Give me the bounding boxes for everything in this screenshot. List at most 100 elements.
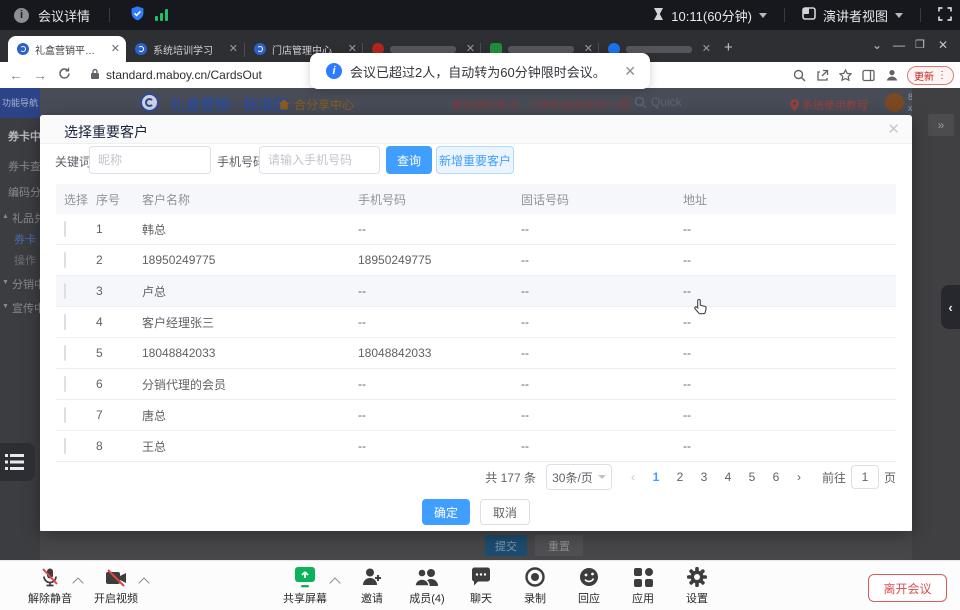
settings-button[interactable]: 设置 — [667, 565, 727, 606]
back-icon[interactable]: ← — [4, 67, 28, 83]
tab-search-icon[interactable]: ⌄ — [872, 38, 882, 52]
kebab-menu-icon[interactable]: ⋮ — [937, 70, 947, 81]
table-row: 3 卢总 -- -- -- — [56, 276, 896, 307]
browser-tab-1[interactable]: 礼盒营销平台管理中心 ✕ — [8, 36, 126, 62]
window-minimize-button[interactable]: — — [893, 38, 905, 52]
panel-collapse-button[interactable]: ‹ — [941, 285, 960, 329]
fullscreen-icon[interactable] — [938, 7, 952, 24]
goto-page-input[interactable] — [851, 465, 879, 489]
table-row: 5 18048842033 18048842033 -- -- — [56, 338, 896, 369]
phone-input[interactable] — [259, 146, 380, 174]
meeting-timer[interactable]: 10:11(60分钟) — [671, 6, 752, 25]
next-page-icon[interactable]: › — [790, 470, 808, 484]
table-row: 8 王总 -- -- -- — [56, 431, 896, 462]
timer-dropdown-icon[interactable] — [759, 13, 767, 18]
cancel-button[interactable]: 取消 — [480, 499, 530, 525]
page-background-strip: 提交 重置 — [40, 531, 912, 560]
share-screen-button[interactable]: 共享屏幕 — [265, 565, 345, 606]
members-button[interactable]: 成员(4) — [395, 565, 459, 606]
leave-meeting-button[interactable]: 离开会议 — [868, 574, 947, 602]
search-button[interactable]: 查询 — [386, 146, 432, 174]
row-checkbox[interactable] — [64, 407, 66, 423]
tab-favicon — [254, 43, 266, 55]
row-checkbox[interactable] — [64, 376, 66, 392]
sidebar-item-promotion[interactable]: 宣传中 — [12, 300, 40, 316]
view-mode-selector[interactable]: 演讲者视图 — [823, 6, 888, 25]
caret-down-icon[interactable]: ▼ — [2, 303, 9, 310]
sidebar-item-coupon-query[interactable]: 券卡查 — [8, 158, 40, 174]
share-page-icon[interactable] — [815, 68, 830, 83]
apps-button[interactable]: 应用 — [613, 565, 673, 606]
page-size-select[interactable]: 30条/页 — [546, 464, 612, 490]
window-close-button[interactable]: ✕ — [938, 38, 948, 52]
sidebar-item-code[interactable]: 编码分 — [8, 184, 40, 200]
shield-check-icon[interactable] — [129, 5, 146, 25]
row-checkbox[interactable] — [64, 345, 66, 361]
expand-panel-button[interactable]: » — [928, 114, 954, 136]
sidebar-item-operation[interactable]: 操作 — [14, 252, 36, 268]
network-signal-icon[interactable] — [155, 9, 168, 21]
reload-icon[interactable] — [52, 67, 76, 83]
row-checkbox[interactable] — [64, 314, 66, 330]
forward-icon[interactable]: → — [28, 67, 52, 83]
page-2[interactable]: 2 — [670, 470, 690, 484]
row-checkbox[interactable] — [64, 252, 66, 268]
sidebar-item-gift-redeem[interactable]: 礼品兑 — [12, 210, 40, 226]
sidebar-item-distribution[interactable]: 分销中 — [12, 276, 40, 292]
keyword-input[interactable] — [89, 146, 211, 174]
agenda-list-button[interactable] — [0, 443, 35, 481]
background-submit-button[interactable]: 提交 — [485, 535, 527, 556]
add-customer-button[interactable]: 新增重要客户 — [436, 146, 514, 174]
tab-label-obscured — [626, 46, 692, 53]
view-dropdown-icon[interactable] — [895, 13, 903, 18]
meeting-toast: i 会议已超过2人，自动转为60分钟限时会议。 ✕ — [310, 53, 650, 89]
record-button[interactable]: 录制 — [505, 565, 565, 606]
confirm-button[interactable]: 确定 — [422, 499, 470, 525]
sidebar-item-coupon-center[interactable]: 券卡中 — [8, 128, 40, 144]
video-options-chevron-icon[interactable] — [138, 577, 149, 588]
side-panel-icon[interactable] — [861, 68, 876, 83]
row-checkbox[interactable] — [64, 221, 66, 237]
bookmark-star-icon[interactable] — [838, 68, 853, 83]
url-text[interactable]: standard.maboy.cn/CardsOut — [106, 68, 262, 82]
browser-tab-2[interactable]: 系统培训学习 ✕ — [126, 36, 244, 62]
nav-toggle-button[interactable]: 功能导航 — [0, 88, 40, 118]
share-options-chevron-icon[interactable] — [329, 577, 340, 588]
page-4[interactable]: 4 — [718, 470, 738, 484]
avatar[interactable] — [885, 93, 904, 112]
caret-down-icon[interactable]: ▼ — [2, 279, 9, 286]
page-5[interactable]: 5 — [742, 470, 762, 484]
toast-close-icon[interactable]: ✕ — [610, 63, 650, 80]
page-6[interactable]: 6 — [766, 470, 786, 484]
background-reset-button[interactable]: 重置 — [535, 535, 583, 556]
tab-close-icon[interactable]: ✕ — [702, 44, 711, 55]
meeting-info-icon[interactable]: i — [14, 8, 29, 23]
start-video-button[interactable]: 开启视频 — [76, 565, 156, 606]
reactions-button[interactable]: 回应 — [559, 565, 619, 606]
chat-button[interactable]: 聊天 — [451, 565, 511, 606]
quick-search[interactable]: Quick — [622, 95, 682, 109]
share-center-link[interactable]: 合分享中心 — [278, 96, 354, 113]
prev-page-icon[interactable]: ‹ — [624, 470, 642, 484]
page-3[interactable]: 3 — [694, 470, 714, 484]
zoom-page-icon[interactable] — [792, 68, 807, 83]
window-restore-button[interactable]: ❐ — [915, 38, 925, 51]
browser-update-button[interactable]: 更新 ⋮ — [907, 66, 954, 85]
hourglass-icon — [653, 7, 664, 24]
tab-close-icon[interactable]: ✕ — [229, 44, 238, 55]
table-row: 6 分销代理的会员 -- -- -- — [56, 369, 896, 400]
new-tab-button[interactable]: + — [724, 39, 733, 57]
close-icon[interactable]: ✕ — [887, 120, 900, 138]
caret-up-icon[interactable]: ▲ — [2, 213, 9, 220]
profile-icon[interactable] — [884, 68, 899, 83]
sidebar-item-coupon-active[interactable]: 券卡 — [14, 231, 36, 247]
lock-icon[interactable] — [90, 68, 100, 83]
row-checkbox[interactable] — [64, 283, 66, 299]
tutorial-link[interactable]: 系统使用教程 — [790, 97, 868, 113]
invite-button[interactable]: 邀请 — [342, 565, 402, 606]
page-1[interactable]: 1 — [646, 470, 666, 484]
house-icon — [278, 99, 290, 110]
row-checkbox[interactable] — [64, 438, 66, 454]
meeting-details-label[interactable]: 会议详情 — [38, 6, 90, 25]
tab-close-icon[interactable]: ✕ — [111, 44, 120, 55]
